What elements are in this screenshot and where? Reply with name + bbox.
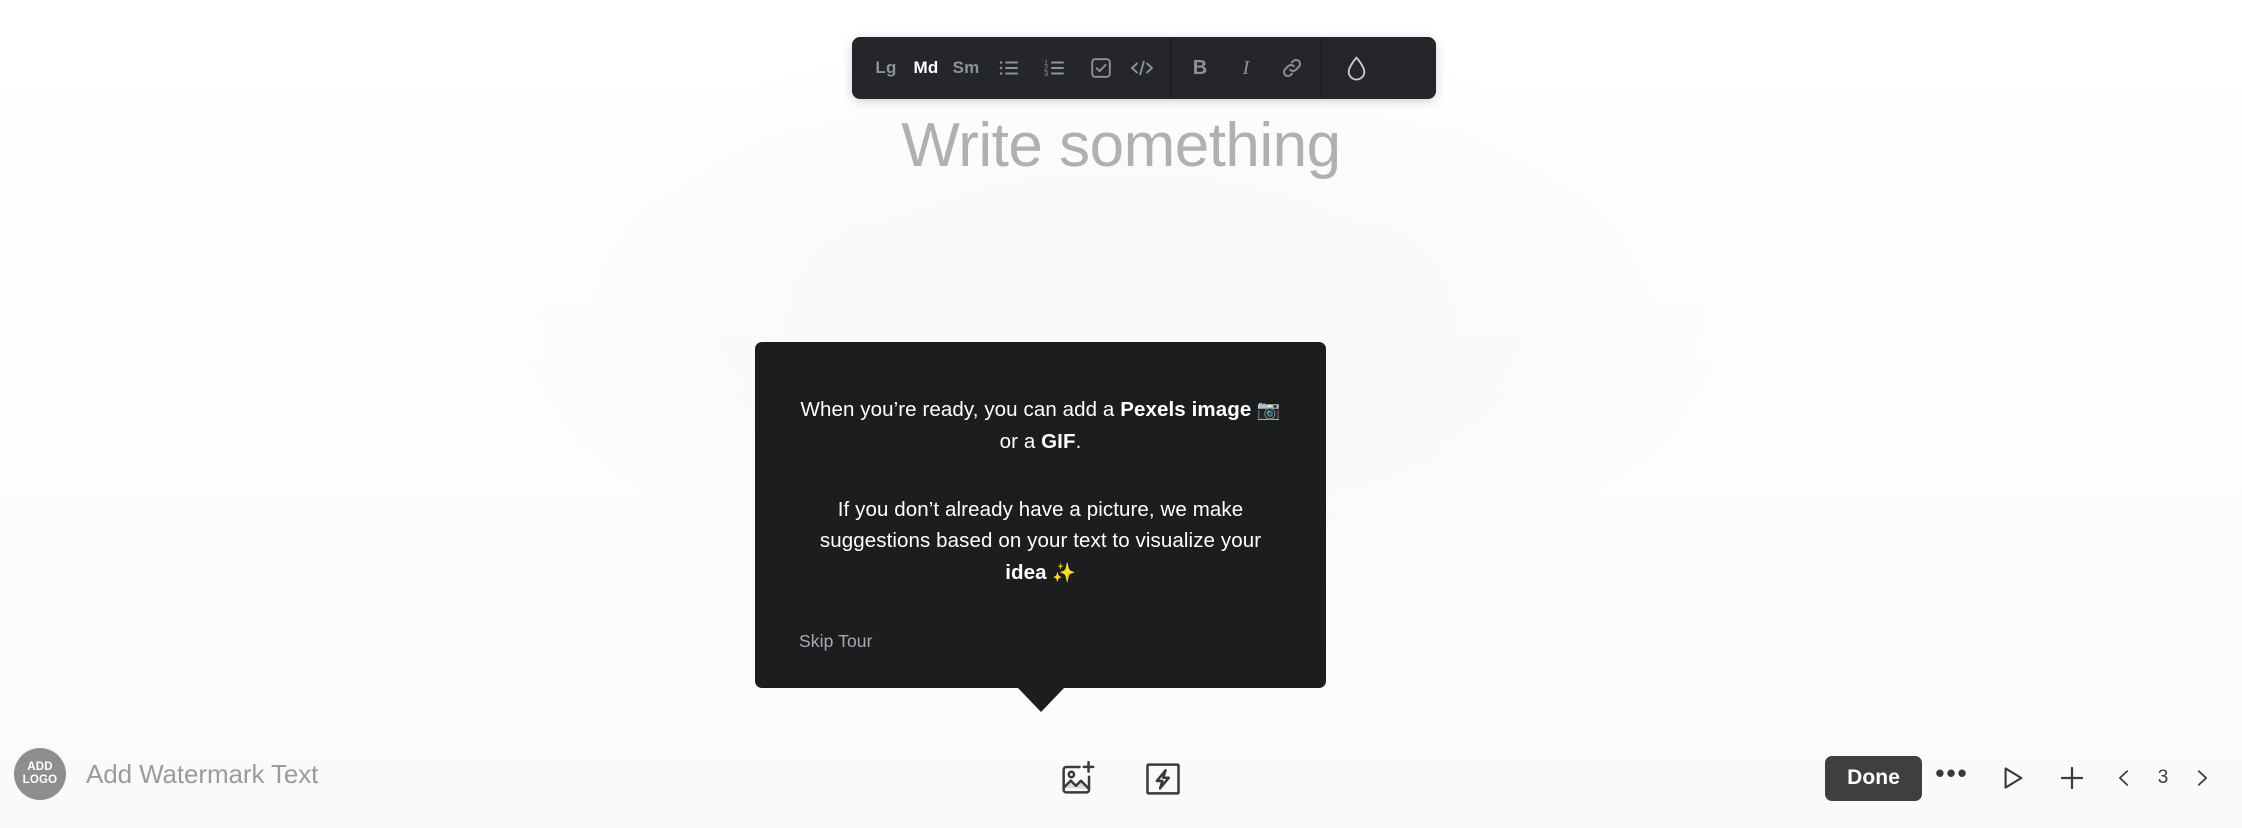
sparkles-icon: ✨ bbox=[1046, 563, 1076, 585]
tooltip-p1-text-3: . bbox=[1075, 429, 1082, 453]
onboarding-tooltip: When you’re ready, you can add a Pexels … bbox=[755, 342, 1326, 688]
tooltip-p1-bold-2: GIF bbox=[1041, 429, 1076, 453]
write-something-placeholder[interactable]: Write something bbox=[0, 110, 2242, 181]
tooltip-p1-text-2: or a bbox=[999, 429, 1042, 453]
camera-icon: 📷 bbox=[1251, 400, 1281, 421]
more-options-button[interactable]: ••• bbox=[1922, 752, 1982, 804]
bold-button[interactable]: B bbox=[1177, 37, 1223, 99]
tooltip-p1-text-1: When you’re ready, you can add a bbox=[800, 398, 1121, 421]
format-toolbar: Lg Md Sm 1 2 3 B I bbox=[852, 37, 1436, 99]
text-size-small[interactable]: Sm bbox=[946, 37, 986, 99]
watermark-control: ADD LOGO Add Watermark Text bbox=[14, 748, 318, 800]
add-image-button[interactable] bbox=[1054, 754, 1104, 804]
italic-button[interactable]: I bbox=[1223, 37, 1269, 99]
text-size-large[interactable]: Lg bbox=[866, 37, 906, 99]
block-format-group: 1 2 3 bbox=[986, 37, 1170, 99]
add-watermark-text-input[interactable]: Add Watermark Text bbox=[86, 759, 318, 790]
svg-text:3: 3 bbox=[1044, 69, 1048, 78]
playback-and-page-controls: Done ••• 3 bbox=[1825, 752, 2224, 804]
quick-action-bolt-button[interactable] bbox=[1138, 754, 1188, 804]
tooltip-p1-bold-1: Pexels image bbox=[1120, 398, 1252, 421]
text-size-group: Lg Md Sm bbox=[852, 37, 986, 99]
add-logo-button[interactable]: ADD LOGO bbox=[14, 748, 66, 800]
media-insert-group bbox=[1054, 754, 1188, 804]
add-logo-line2: LOGO bbox=[22, 774, 58, 786]
text-size-medium[interactable]: Md bbox=[906, 37, 946, 99]
checklist-icon[interactable] bbox=[1078, 37, 1124, 99]
play-preview-button[interactable] bbox=[1982, 752, 2042, 804]
page-number-indicator: 3 bbox=[2157, 767, 2169, 788]
add-page-button[interactable] bbox=[2042, 752, 2102, 804]
text-color-droplet-icon[interactable] bbox=[1322, 37, 1390, 99]
next-page-button[interactable] bbox=[2180, 752, 2224, 804]
bottom-toolbar: ADD LOGO Add Watermark Text Done ••• 3 bbox=[0, 732, 2242, 828]
bulleted-list-icon[interactable] bbox=[986, 37, 1032, 99]
tooltip-p2-text-1: If you don’t already have a picture, we … bbox=[819, 497, 1262, 553]
previous-page-button[interactable] bbox=[2102, 752, 2146, 804]
editor-canvas[interactable]: Lg Md Sm 1 2 3 B I Write something When … bbox=[0, 0, 2242, 828]
link-icon[interactable] bbox=[1269, 37, 1315, 99]
tooltip-paragraph-1: When you’re ready, you can add a Pexels … bbox=[799, 394, 1282, 458]
code-block-icon[interactable] bbox=[1124, 37, 1170, 99]
numbered-list-icon[interactable]: 1 2 3 bbox=[1032, 37, 1078, 99]
add-logo-line1: ADD bbox=[27, 761, 53, 774]
tooltip-paragraph-2: If you don’t already have a picture, we … bbox=[799, 494, 1282, 589]
inline-format-group: B I bbox=[1171, 37, 1321, 99]
skip-tour-link[interactable]: Skip Tour bbox=[799, 631, 873, 652]
tooltip-p2-bold-1: idea bbox=[1005, 561, 1047, 585]
done-button[interactable]: Done bbox=[1825, 755, 1922, 801]
color-group bbox=[1322, 37, 1390, 99]
